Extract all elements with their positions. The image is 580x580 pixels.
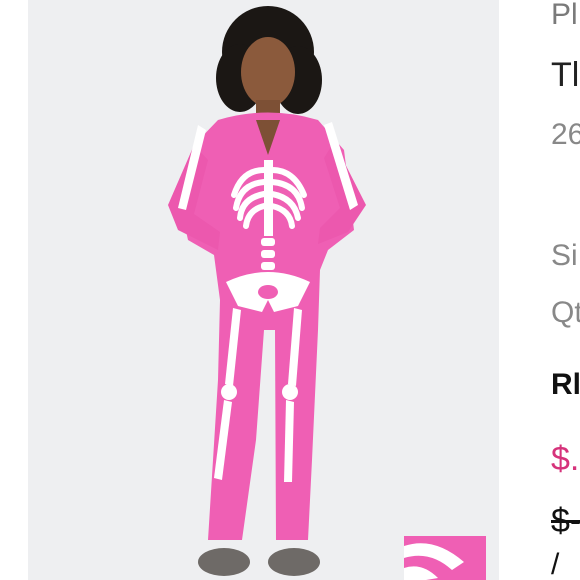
product-title: Tl bbox=[551, 56, 580, 94]
section-heading: Rl bbox=[551, 368, 580, 401]
product-sku: 26 bbox=[551, 118, 580, 151]
original-price: $- bbox=[551, 502, 580, 540]
brand-name: Pl bbox=[551, 0, 578, 31]
partial-icon[interactable]: / bbox=[551, 548, 559, 580]
product-info-panel: Pl Tl 26 Si Qt Rl $. $- / bbox=[551, 0, 580, 580]
product-thumbnail[interactable] bbox=[404, 536, 486, 580]
model-illustration bbox=[168, 6, 366, 576]
thumbnail-illustration bbox=[404, 536, 486, 580]
sale-price: $. bbox=[551, 440, 580, 478]
quantity-label: Qt bbox=[551, 296, 580, 329]
product-main-image[interactable] bbox=[28, 0, 499, 580]
size-label: Si bbox=[551, 239, 578, 272]
